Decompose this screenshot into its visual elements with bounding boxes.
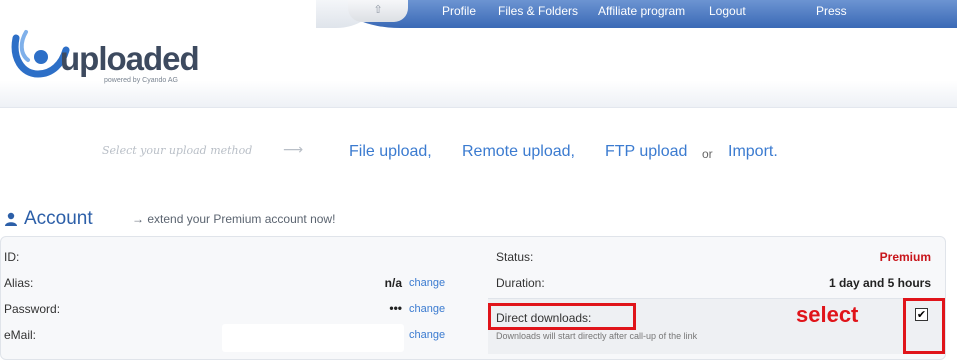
or-separator: or xyxy=(702,147,713,161)
hint-arrow-icon: ⟶ xyxy=(283,142,304,158)
logo-wordmark[interactable]: uploaded xyxy=(60,40,200,78)
alias-value: n/a xyxy=(384,276,402,290)
change-password-link[interactable]: change xyxy=(409,303,445,315)
nav-profile[interactable]: Profile xyxy=(442,4,476,18)
nav-files-folders[interactable]: Files & Folders xyxy=(498,4,578,18)
select-annotation: select xyxy=(796,302,859,327)
duration-value: 1 day and 5 hours xyxy=(828,276,931,290)
remote-upload-link[interactable]: Remote upload, xyxy=(462,143,575,161)
checkbox-highlight-box xyxy=(903,298,945,354)
direct-downloads-highlight-box xyxy=(488,303,636,330)
file-upload-link[interactable]: File upload, xyxy=(349,143,432,161)
alias-label: Alias: xyxy=(4,276,34,290)
status-value: Premium xyxy=(879,250,931,264)
account-title: Account xyxy=(24,208,93,229)
home-arrow-icon: ⇧ xyxy=(373,3,383,16)
extend-premium-link[interactable]: → extend your Premium account now! xyxy=(132,212,335,226)
email-value-redacted xyxy=(222,324,404,352)
nav-press[interactable]: Press xyxy=(816,4,847,18)
email-label: eMail: xyxy=(4,328,37,342)
nav-logout[interactable]: Logout xyxy=(709,4,746,18)
password-label: Password: xyxy=(4,302,61,316)
import-link[interactable]: Import. xyxy=(728,143,778,161)
upload-method-hint: Select your upload method xyxy=(102,144,253,157)
change-alias-link[interactable]: change xyxy=(409,277,445,289)
status-label: Status: xyxy=(496,250,534,264)
logo-tagline: powered by Cyando AG xyxy=(104,77,178,84)
direct-downloads-note: Downloads will start directly after call… xyxy=(496,331,698,341)
user-icon xyxy=(5,212,17,226)
id-label: ID: xyxy=(4,250,20,264)
duration-label: Duration: xyxy=(496,276,545,290)
nav-affiliate-program[interactable]: Affiliate program xyxy=(598,4,685,18)
home-tab[interactable]: ⇧ xyxy=(348,0,408,22)
ftp-upload-link[interactable]: FTP upload xyxy=(605,143,687,161)
password-value: ••• xyxy=(389,301,402,315)
change-email-link[interactable]: change xyxy=(409,329,445,341)
